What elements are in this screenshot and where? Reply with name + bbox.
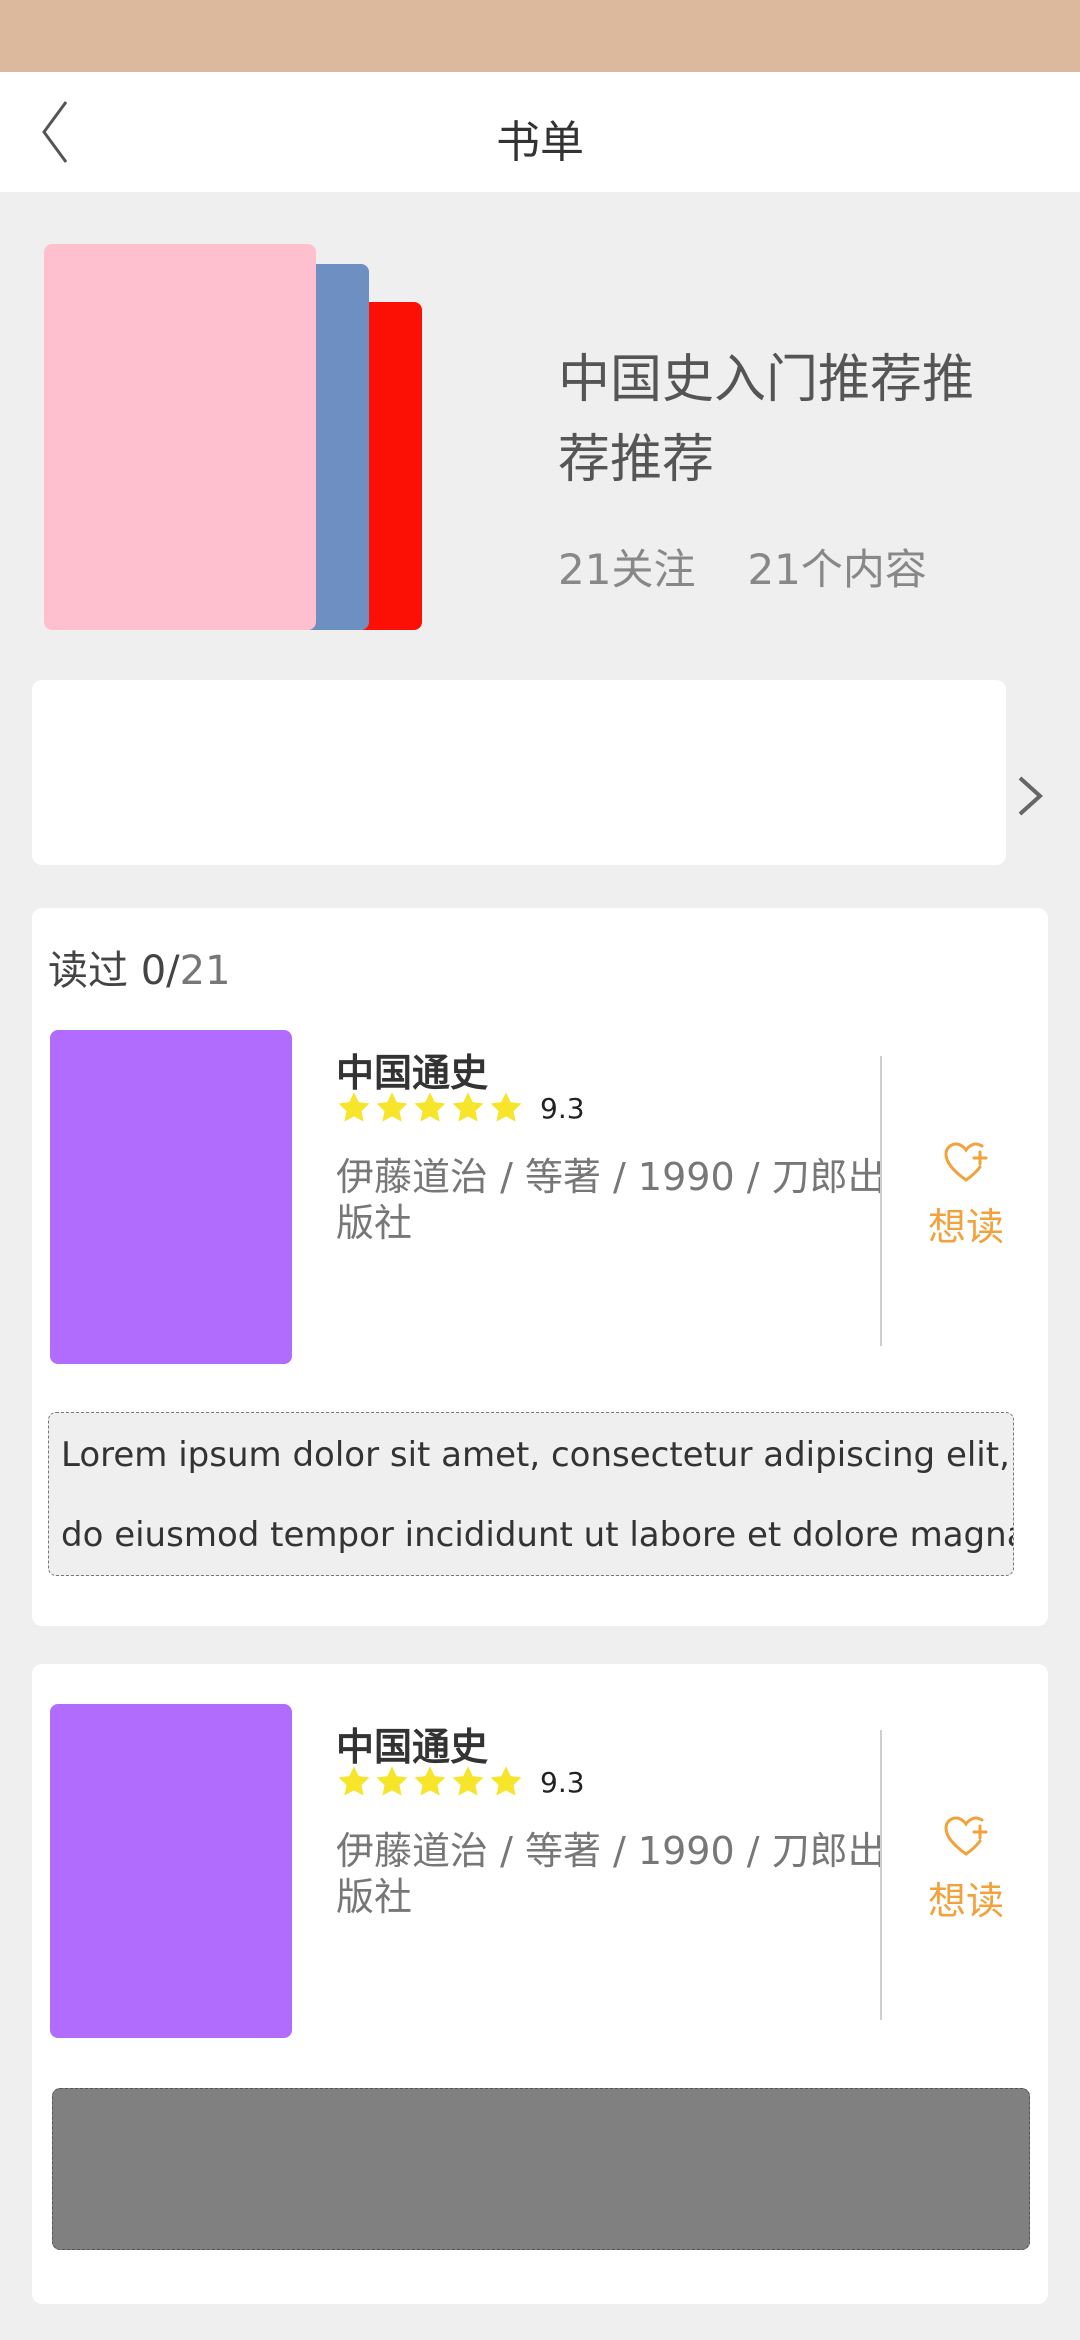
booklist-cover-front [44, 244, 316, 630]
book-excerpt-placeholder [52, 2088, 1030, 2250]
star-icon [490, 1766, 522, 1796]
banner-panel[interactable] [32, 680, 1006, 865]
book-excerpt: Lorem ipsum dolor sit amet, consectetur … [48, 1412, 1014, 1576]
followers-count[interactable]: 21关注 [558, 545, 695, 594]
read-progress-label: 读过 0/ [48, 948, 180, 994]
star-icon [338, 1092, 370, 1122]
read-progress: 读过 0/21 [48, 938, 231, 996]
book-card: 读过 0/21 中国通史 9.3 伊藤道治 / 等著 / 1990 / 刀郎出版… [32, 908, 1048, 1626]
heart-plus-icon [944, 1142, 988, 1182]
excerpt-line: Lorem ipsum dolor sit amet, consectetur … [61, 1435, 1014, 1475]
divider [880, 1056, 882, 1346]
star-rating: 9.3 [336, 1090, 585, 1126]
book-card: 中国通史 9.3 伊藤道治 / 等著 / 1990 / 刀郎出版社 想读 [32, 1664, 1048, 2304]
book-title[interactable]: 中国通史 [336, 1042, 488, 1097]
star-icon [376, 1092, 408, 1122]
rating-value: 9.3 [540, 1765, 585, 1799]
star-icon [490, 1092, 522, 1122]
star-rating: 9.3 [336, 1764, 585, 1800]
booklist-stats: 21关注 21个内容 [558, 536, 927, 597]
chevron-right-icon [1018, 776, 1043, 816]
rating-value: 9.3 [540, 1091, 585, 1125]
book-item[interactable]: 中国通史 9.3 伊藤道治 / 等著 / 1990 / 刀郎出版社 想读 [32, 1030, 1048, 1366]
want-to-read-button[interactable]: 想读 [900, 1140, 1032, 1251]
excerpt-line: do eiusmod tempor incididunt ut labore e… [61, 1515, 1014, 1555]
booklist-header: 中国史入门推荐推荐推荐 21关注 21个内容 [0, 192, 1080, 672]
book-cover[interactable] [50, 1704, 292, 2038]
book-meta: 伊藤道治 / 等著 / 1990 / 刀郎出版社 [336, 1829, 886, 1919]
read-progress-total: 21 [179, 948, 231, 994]
booklist-cover-stack [44, 244, 434, 634]
items-count: 21个内容 [747, 545, 927, 594]
want-to-read-label: 想读 [927, 1879, 1004, 1923]
star-icon [338, 1766, 370, 1796]
heart-plus-icon [944, 1816, 988, 1856]
star-icon [414, 1766, 446, 1796]
book-title[interactable]: 中国通史 [336, 1716, 488, 1771]
status-bar [0, 0, 1080, 72]
booklist-title: 中国史入门推荐推荐推荐 [558, 350, 975, 490]
star-icon [452, 1092, 484, 1122]
banner-next-button[interactable] [1012, 768, 1048, 824]
page-title: 书单 [496, 117, 584, 168]
divider [880, 1730, 882, 2020]
book-item[interactable]: 中国通史 9.3 伊藤道治 / 等著 / 1990 / 刀郎出版社 想读 [32, 1704, 1048, 2040]
star-icon [414, 1092, 446, 1122]
star-icon [452, 1766, 484, 1796]
book-meta: 伊藤道治 / 等著 / 1990 / 刀郎出版社 [336, 1155, 886, 1245]
want-to-read-label: 想读 [927, 1205, 1004, 1249]
want-to-read-button[interactable]: 想读 [900, 1814, 1032, 1925]
nav-bar: 书单 [0, 72, 1080, 192]
book-cover[interactable] [50, 1030, 292, 1364]
star-icon [376, 1766, 408, 1796]
